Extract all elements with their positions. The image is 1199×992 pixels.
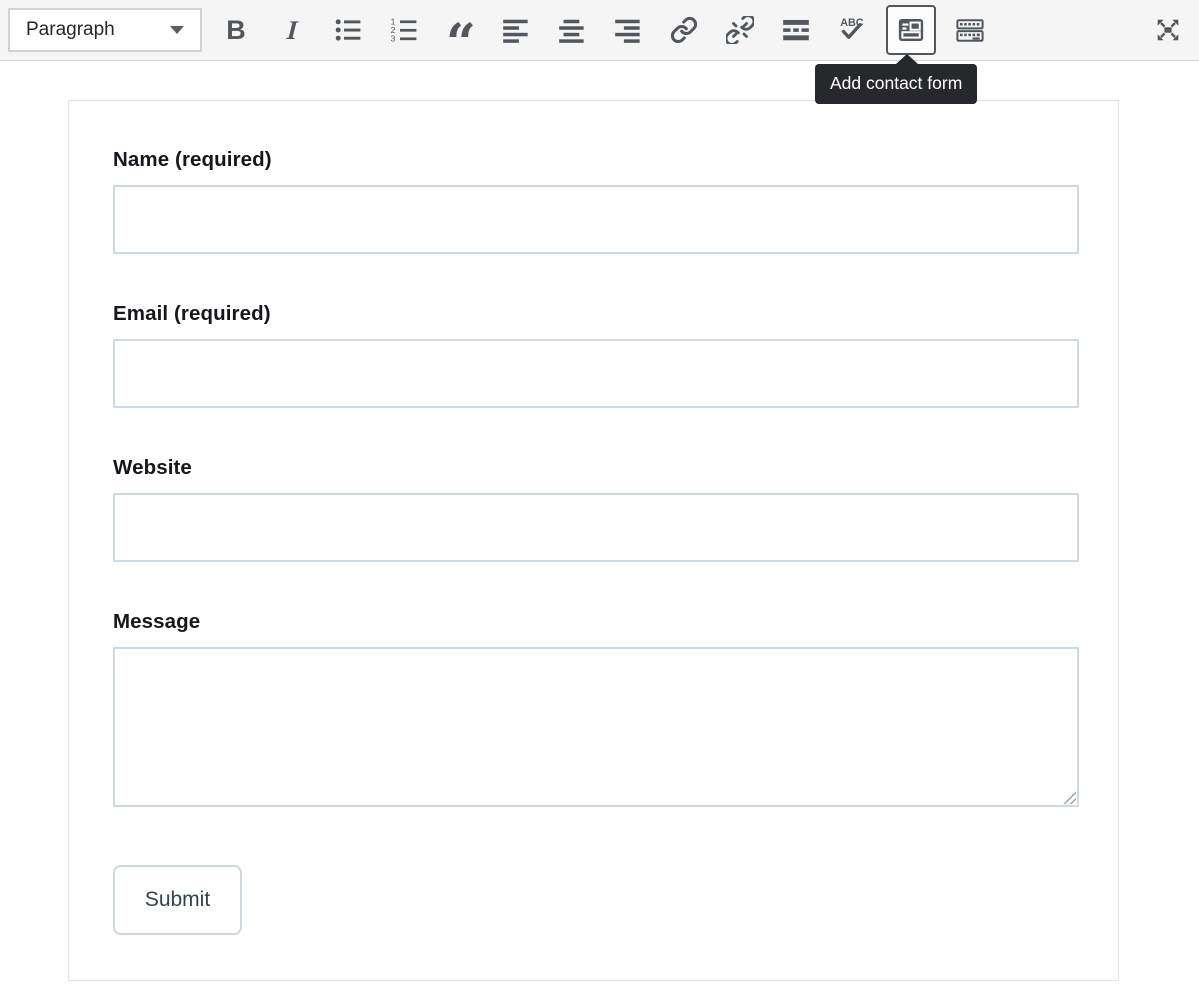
bold-icon: B [226, 17, 246, 44]
insert-link-button[interactable] [662, 6, 706, 54]
tooltip-text: Add contact form [830, 73, 962, 93]
tooltip-arrow [896, 54, 918, 64]
svg-text:3: 3 [391, 34, 396, 44]
distraction-free-button[interactable] [1146, 6, 1190, 54]
bold-button[interactable]: B [214, 6, 258, 54]
submit-row: Submit [113, 865, 1118, 935]
italic-icon: I [286, 17, 298, 44]
contact-form-icon [896, 16, 926, 44]
email-field-label: Email (required) [113, 302, 1118, 326]
message-textarea-wrap [113, 647, 1079, 807]
website-input[interactable] [113, 493, 1079, 562]
unlink-icon [726, 16, 754, 44]
align-left-icon [502, 16, 530, 44]
link-icon [670, 16, 698, 44]
tooltip-add-contact-form: Add contact form [815, 64, 977, 104]
paragraph-format-value: Paragraph [26, 19, 115, 41]
field-row-email: Email (required) [113, 302, 1118, 408]
email-input[interactable] [113, 339, 1079, 408]
spellcheck-button[interactable]: ABC [830, 6, 874, 54]
message-field-label: Message [113, 610, 1118, 634]
add-contact-form-button[interactable] [886, 5, 936, 55]
bullet-list-button[interactable] [326, 6, 370, 54]
name-input[interactable] [113, 185, 1079, 254]
field-row-message: Message [113, 610, 1118, 807]
align-center-icon [558, 16, 586, 44]
submit-button[interactable]: Submit [113, 865, 242, 935]
contact-form-preview-card: Name (required) Email (required) Website… [68, 100, 1119, 981]
read-more-icon [781, 16, 811, 44]
align-right-button[interactable] [606, 6, 650, 54]
chevron-down-icon [170, 26, 184, 34]
website-field-label: Website [113, 456, 1118, 480]
message-textarea[interactable] [113, 647, 1079, 807]
align-center-button[interactable] [550, 6, 594, 54]
field-row-website: Website [113, 456, 1118, 562]
keyboard-toggle-button[interactable] [948, 6, 992, 54]
name-field-label: Name (required) [113, 148, 1118, 172]
italic-button[interactable]: I [270, 6, 314, 54]
read-more-button[interactable] [774, 6, 818, 54]
numbered-list-button[interactable]: 1 2 3 [382, 6, 426, 54]
align-right-icon [614, 16, 642, 44]
remove-link-button[interactable] [718, 6, 762, 54]
blockquote-button[interactable]: “ [438, 6, 482, 54]
align-left-button[interactable] [494, 6, 538, 54]
spellcheck-icon: ABC [836, 15, 868, 45]
editor-toolbar: Paragraph B I 1 2 3 “ [0, 0, 1199, 61]
fullscreen-icon [1153, 16, 1183, 44]
keyboard-icon [954, 16, 986, 44]
paragraph-format-dropdown[interactable]: Paragraph [8, 8, 202, 52]
bullet-list-icon [334, 16, 362, 44]
numbered-list-icon: 1 2 3 [390, 16, 418, 44]
field-row-name: Name (required) [113, 148, 1118, 254]
